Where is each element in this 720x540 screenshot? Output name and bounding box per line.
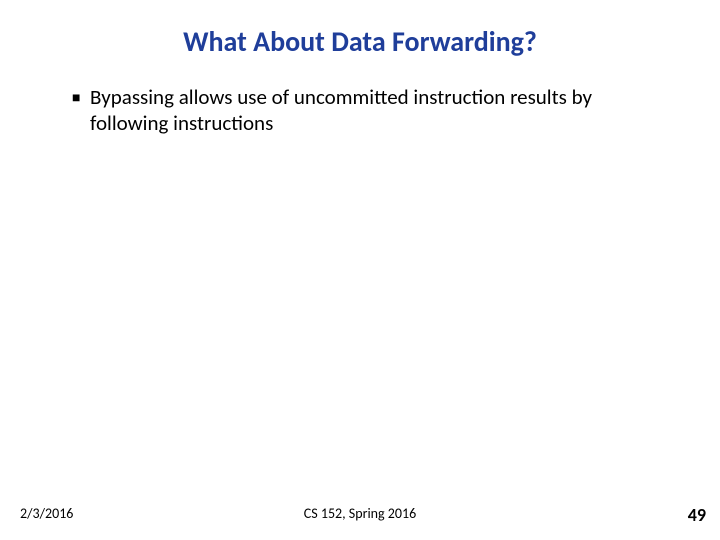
slide-body: ■ Bypassing allows use of uncommitted in… — [72, 84, 660, 137]
footer-page-number: 49 — [688, 504, 706, 526]
footer-course: CS 152, Spring 2016 — [0, 505, 720, 522]
bullet-marker-icon: ■ — [72, 84, 90, 107]
slide-title: What About Data Forwarding? — [0, 24, 720, 59]
bullet-item: ■ Bypassing allows use of uncommitted in… — [72, 84, 660, 137]
slide: What About Data Forwarding? ■ Bypassing … — [0, 0, 720, 540]
bullet-text: Bypassing allows use of uncommitted inst… — [90, 84, 660, 137]
